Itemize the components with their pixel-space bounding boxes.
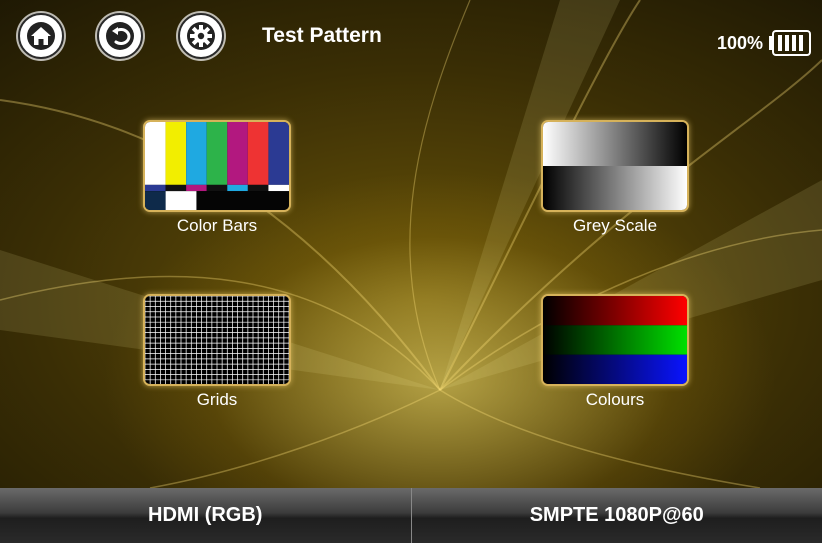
bottom-bar: HDMI (RGB) SMPTE 1080P@60 (0, 488, 822, 543)
colours-label: Colours (585, 390, 645, 409)
output-mode-button[interactable]: HDMI (RGB) (0, 488, 411, 543)
grids-label: Grids (196, 390, 238, 409)
pattern-grids[interactable]: Grids (143, 294, 293, 414)
home-icon (27, 22, 55, 50)
grids-thumbnail (143, 294, 291, 386)
video-format-button[interactable]: SMPTE 1080P@60 (410, 488, 822, 543)
grey-scale-label: Grey Scale (572, 216, 658, 235)
colours-thumbnail (541, 294, 689, 386)
pattern-grey-scale[interactable]: Grey Scale (541, 120, 691, 240)
color-bars-thumbnail (143, 120, 291, 212)
gear-icon (187, 22, 215, 50)
battery-icon (769, 30, 812, 56)
pattern-colours[interactable]: Colours (541, 294, 691, 414)
screen: Test Pattern 100% Color Bars Grey Scale … (0, 0, 822, 543)
battery-percent: 100% (717, 32, 764, 53)
pattern-color-bars[interactable]: Color Bars (143, 120, 293, 240)
settings-button[interactable] (178, 13, 224, 59)
grey-scale-thumbnail (541, 120, 689, 212)
back-icon (106, 22, 134, 50)
back-button[interactable] (97, 13, 143, 59)
background-light-rays (0, 0, 822, 488)
color-bars-label: Color Bars (176, 216, 258, 235)
page-title: Test Pattern (262, 24, 382, 47)
home-button[interactable] (18, 13, 64, 59)
battery-status: 100% (717, 30, 812, 56)
